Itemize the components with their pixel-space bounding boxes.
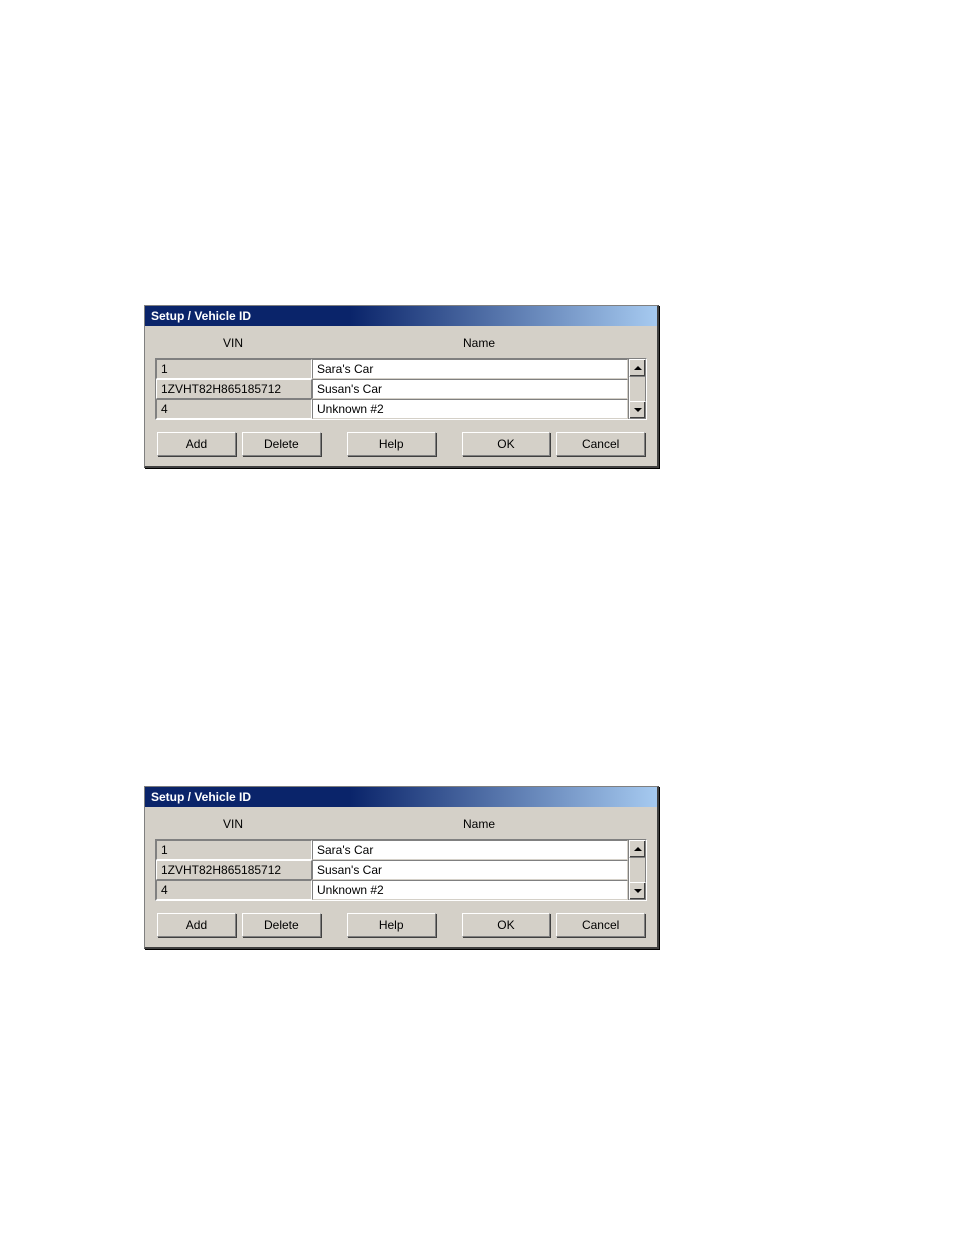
cell-name[interactable]: Sara's Car <box>312 359 628 379</box>
dialog-content: VIN Name 1 Sara's Car 1ZVHT82H865185712 … <box>145 326 657 466</box>
vertical-scrollbar[interactable] <box>628 840 646 900</box>
header-name: Name <box>311 336 647 350</box>
table-row[interactable]: 1ZVHT82H865185712 Susan's Car <box>156 379 628 399</box>
scroll-down-button[interactable] <box>629 401 646 419</box>
header-vin: VIN <box>155 336 311 350</box>
arrow-down-icon <box>634 889 642 893</box>
delete-button[interactable]: Delete <box>242 913 321 937</box>
arrow-up-icon <box>634 847 642 851</box>
cell-vin[interactable]: 1 <box>156 359 312 379</box>
cell-name[interactable]: Unknown #2 <box>312 399 628 419</box>
setup-vehicle-id-dialog: Setup / Vehicle ID VIN Name 1 Sara's Car… <box>144 305 659 468</box>
cell-name[interactable]: Unknown #2 <box>312 880 628 900</box>
vehicle-grid: 1 Sara's Car 1ZVHT82H865185712 Susan's C… <box>155 839 647 901</box>
header-name: Name <box>311 817 647 831</box>
cell-name[interactable]: Susan's Car <box>312 379 628 399</box>
table-row[interactable]: 1ZVHT82H865185712 Susan's Car <box>156 860 628 880</box>
ok-button[interactable]: OK <box>462 432 551 456</box>
cancel-button[interactable]: Cancel <box>556 913 645 937</box>
grid-body: 1 Sara's Car 1ZVHT82H865185712 Susan's C… <box>156 840 628 900</box>
add-button[interactable]: Add <box>157 432 236 456</box>
help-button[interactable]: Help <box>347 913 436 937</box>
column-headers: VIN Name <box>155 813 647 837</box>
vertical-scrollbar[interactable] <box>628 359 646 419</box>
delete-button[interactable]: Delete <box>242 432 321 456</box>
cell-vin[interactable]: 1ZVHT82H865185712 <box>156 379 312 399</box>
dialog-buttons: Add Delete Help OK Cancel <box>155 432 647 456</box>
scroll-down-button[interactable] <box>629 882 646 900</box>
arrow-up-icon <box>634 366 642 370</box>
scroll-up-button[interactable] <box>629 359 646 377</box>
header-vin: VIN <box>155 817 311 831</box>
dialog-buttons: Add Delete Help OK Cancel <box>155 913 647 937</box>
cell-vin[interactable]: 4 <box>156 880 312 900</box>
help-button[interactable]: Help <box>347 432 436 456</box>
table-row[interactable]: 4 Unknown #2 <box>156 880 628 900</box>
vehicle-grid: 1 Sara's Car 1ZVHT82H865185712 Susan's C… <box>155 358 647 420</box>
grid-body: 1 Sara's Car 1ZVHT82H865185712 Susan's C… <box>156 359 628 419</box>
cell-name[interactable]: Susan's Car <box>312 860 628 880</box>
dialog-titlebar[interactable]: Setup / Vehicle ID <box>145 787 657 807</box>
cancel-button[interactable]: Cancel <box>556 432 645 456</box>
setup-vehicle-id-dialog: Setup / Vehicle ID VIN Name 1 Sara's Car… <box>144 786 659 949</box>
table-row[interactable]: 4 Unknown #2 <box>156 399 628 419</box>
ok-button[interactable]: OK <box>462 913 551 937</box>
cell-name[interactable]: Sara's Car <box>312 840 628 860</box>
add-button[interactable]: Add <box>157 913 236 937</box>
table-row[interactable]: 1 Sara's Car <box>156 359 628 379</box>
dialog-content: VIN Name 1 Sara's Car 1ZVHT82H865185712 … <box>145 807 657 947</box>
column-headers: VIN Name <box>155 332 647 356</box>
cell-vin[interactable]: 1 <box>156 840 312 860</box>
cell-vin[interactable]: 1ZVHT82H865185712 <box>156 860 312 880</box>
arrow-down-icon <box>634 408 642 412</box>
scroll-track[interactable] <box>629 377 646 401</box>
cell-vin[interactable]: 4 <box>156 399 312 419</box>
dialog-title: Setup / Vehicle ID <box>151 309 251 323</box>
scroll-up-button[interactable] <box>629 840 646 858</box>
dialog-title: Setup / Vehicle ID <box>151 790 251 804</box>
scroll-track[interactable] <box>629 858 646 882</box>
dialog-titlebar[interactable]: Setup / Vehicle ID <box>145 306 657 326</box>
table-row[interactable]: 1 Sara's Car <box>156 840 628 860</box>
